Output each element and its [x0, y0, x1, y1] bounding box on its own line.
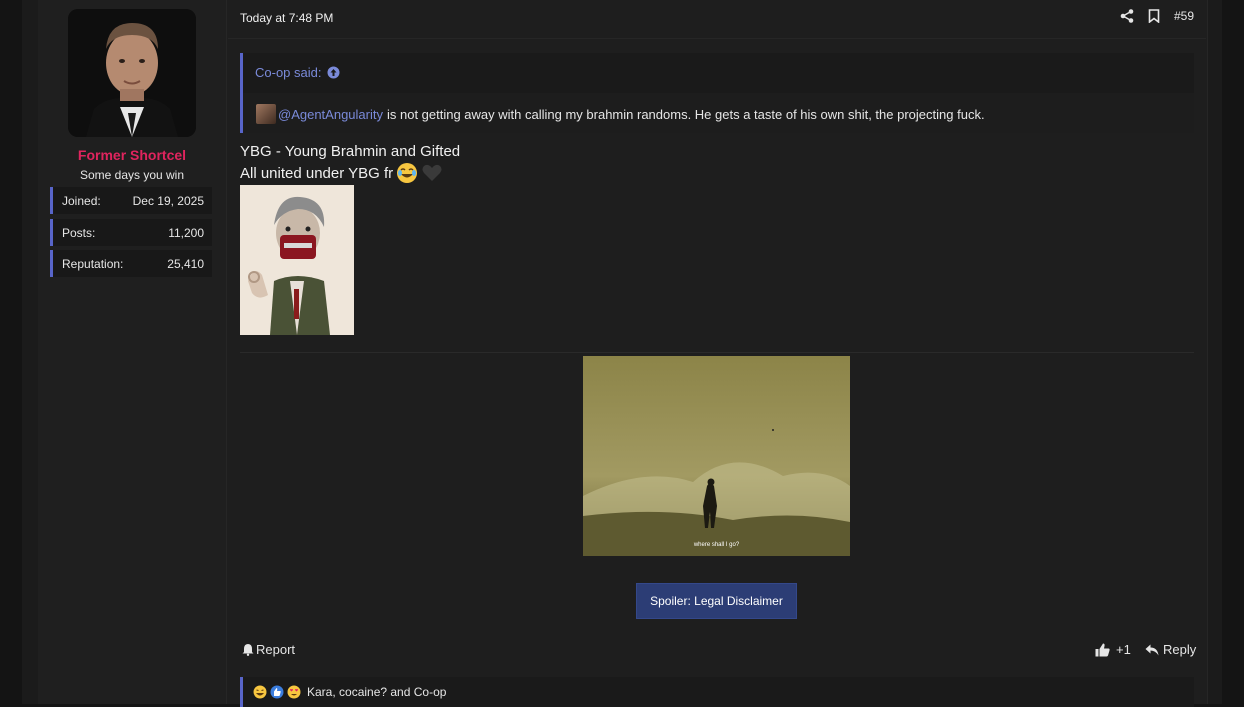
bookmark-icon[interactable] — [1148, 9, 1160, 23]
like-button[interactable]: +1 — [1095, 642, 1131, 657]
reactions-bar[interactable]: Kara, cocaine? and Co-op — [240, 677, 1194, 707]
page-background — [0, 0, 22, 704]
stat-label: Posts: — [62, 225, 96, 240]
share-icon[interactable] — [1120, 9, 1134, 23]
username[interactable]: Former Shortcel — [38, 147, 226, 163]
quote-body: @AgentAngularity is not getting away wit… — [243, 93, 1194, 133]
user-title: Some days you win — [79, 168, 185, 182]
reaction-users[interactable]: Kara, cocaine? and Co-op — [307, 685, 446, 699]
post-image-gif[interactable]: where shall I go? — [583, 356, 850, 556]
post-text-line1: YBG - Young Brahmin and Gifted — [240, 143, 461, 160]
post-header-actions: #59 — [1120, 9, 1194, 23]
post-text-line2-label: All united under YBG fr — [240, 164, 394, 182]
quote-text: @AgentAngularity is not getting away wit… — [256, 104, 985, 124]
quote-block: Co-op said: @AgentAngularity is not gett… — [240, 53, 1194, 133]
post-image-character[interactable] — [240, 185, 354, 335]
stat-label: Joined: — [62, 193, 101, 208]
bell-icon — [242, 643, 254, 656]
laughing-emoji-icon — [396, 162, 418, 184]
report-button[interactable]: Report — [242, 642, 295, 657]
mention-avatar — [256, 104, 276, 124]
like-count: +1 — [1116, 642, 1131, 657]
stat-value: Dec 19, 2025 — [132, 193, 204, 208]
reply-label: Reply — [1163, 642, 1197, 657]
spoiler-button[interactable]: Spoiler: Legal Disclaimer — [636, 583, 797, 619]
arrow-up-icon[interactable] — [327, 66, 340, 79]
quote-header[interactable]: Co-op said: — [255, 65, 340, 80]
stat-label: Reputation: — [62, 256, 124, 271]
post-number[interactable]: #59 — [1174, 9, 1194, 23]
post-text-line2: All united under YBG fr — [240, 162, 443, 184]
reply-button[interactable]: Reply — [1145, 642, 1196, 657]
mention-link[interactable]: @AgentAngularity — [278, 107, 383, 122]
reply-icon — [1145, 644, 1159, 656]
quote-author[interactable]: Co-op said: — [255, 65, 321, 80]
header-divider — [228, 38, 1206, 39]
avatar[interactable] — [68, 9, 196, 137]
stat-reputation: Reputation: 25,410 — [50, 250, 212, 277]
thumbs-up-icon — [1095, 643, 1110, 657]
quote-content: is not getting away with calling my brah… — [386, 106, 985, 122]
stat-joined: Joined: Dec 19, 2025 — [50, 187, 212, 214]
stat-value: 25,410 — [167, 256, 204, 271]
report-label: Report — [256, 642, 296, 657]
content-divider — [240, 352, 1194, 353]
post-date[interactable]: Today at 7:48 PM — [240, 11, 333, 25]
laughing-reaction-icon — [253, 685, 267, 699]
heart-eyes-reaction-icon — [287, 685, 301, 699]
like-reaction-icon — [270, 685, 284, 699]
stat-value: 11,200 — [168, 225, 204, 240]
black-heart-icon — [421, 162, 443, 184]
stat-posts: Posts: 11,200 — [50, 219, 212, 246]
gif-caption: where shall I go? — [693, 542, 740, 548]
